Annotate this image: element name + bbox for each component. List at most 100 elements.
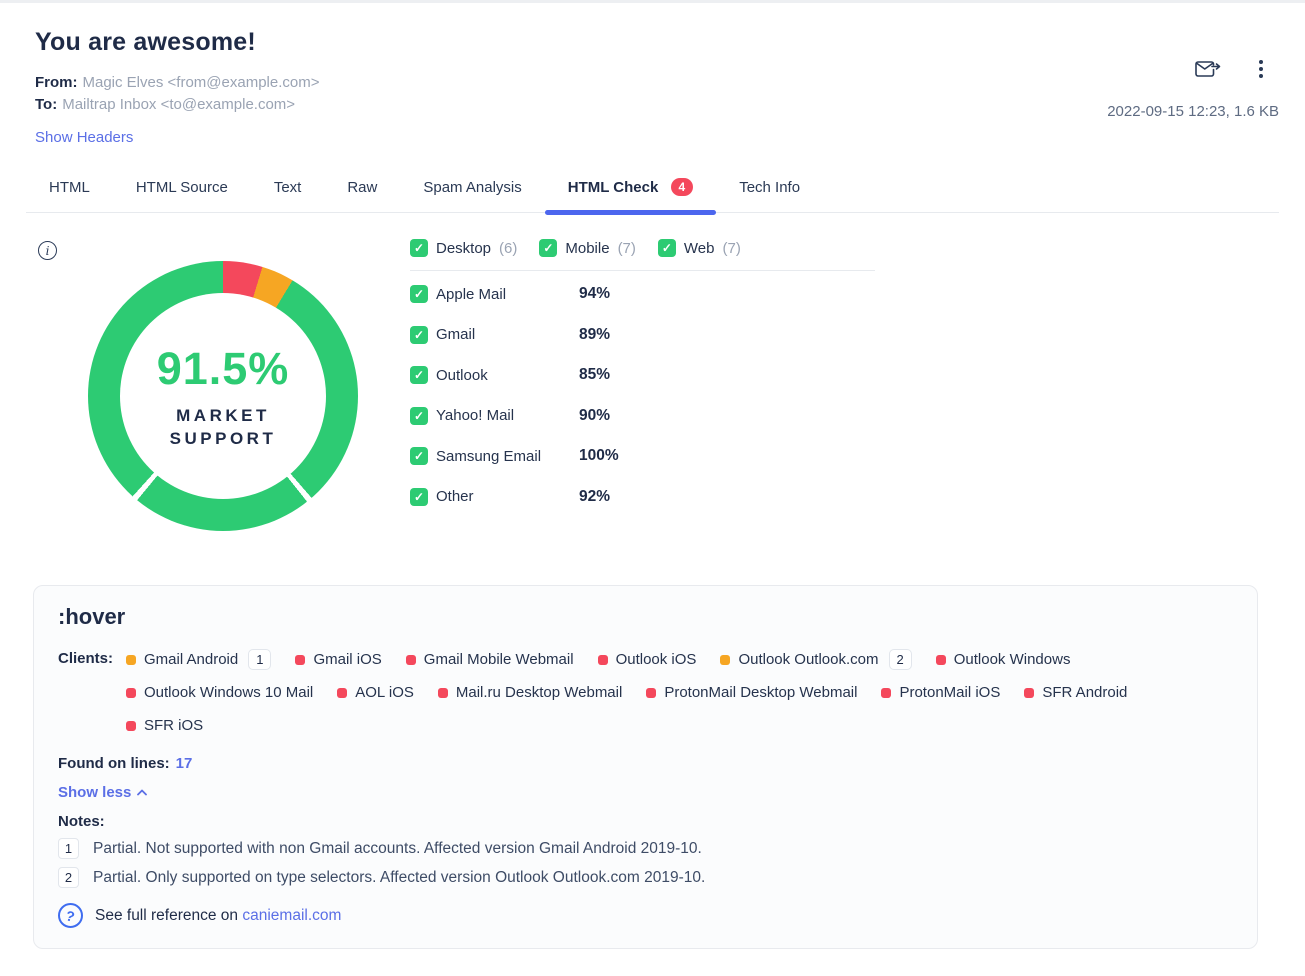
from-value: Magic Elves <from@example.com> bbox=[83, 74, 320, 91]
client-badge-label: Outlook Outlook.com bbox=[738, 651, 878, 668]
partial-dot-icon bbox=[720, 655, 730, 665]
found-on-lines: Found on lines:17 bbox=[58, 755, 1233, 772]
caniemail-link[interactable]: caniemail.com bbox=[242, 907, 341, 924]
client-name: Yahoo! Mail bbox=[436, 407, 579, 424]
client-row-yahoo-mail: Yahoo! Mail 90% bbox=[410, 396, 875, 437]
market-support-percent: 91.5% bbox=[157, 343, 290, 395]
caniemail-logo-icon bbox=[58, 903, 83, 928]
platform-filters: Desktop (6) Mobile (7) Web (7) bbox=[410, 239, 875, 271]
unsupported-dot-icon bbox=[1024, 688, 1034, 698]
unsupported-dot-icon bbox=[438, 688, 448, 698]
tab-spam-analysis[interactable]: Spam Analysis bbox=[400, 169, 544, 212]
client-percent: 100% bbox=[579, 447, 619, 465]
unsupported-dot-icon bbox=[295, 655, 305, 665]
client-badge-label: SFR iOS bbox=[144, 717, 203, 734]
tab-html-source[interactable]: HTML Source bbox=[113, 169, 251, 212]
market-support-column: 91.5% MARKET SUPPORT bbox=[26, 213, 410, 531]
checkbox-checked-icon[interactable] bbox=[410, 407, 428, 425]
checkbox-checked-icon[interactable] bbox=[410, 366, 428, 384]
client-badge-rows: Gmail Android 1 Gmail iOS Gmail Mobile W… bbox=[126, 643, 1233, 742]
unsupported-dot-icon bbox=[646, 688, 656, 698]
market-support-donut: 91.5% MARKET SUPPORT bbox=[88, 261, 358, 531]
show-less-link[interactable]: Show less bbox=[58, 784, 147, 801]
email-meta: 2022-09-15 12:23, 1.6 KB bbox=[1107, 103, 1279, 120]
note-number-badge: 2 bbox=[58, 867, 79, 888]
tab-text[interactable]: Text bbox=[251, 169, 325, 212]
note-ref-badge: 2 bbox=[889, 649, 912, 670]
client-percent: 85% bbox=[579, 366, 610, 384]
tab-raw[interactable]: Raw bbox=[324, 169, 400, 212]
client-percent: 89% bbox=[579, 326, 610, 344]
tab-html[interactable]: HTML bbox=[26, 169, 113, 212]
client-name: Gmail bbox=[436, 326, 579, 343]
client-percent: 90% bbox=[579, 407, 610, 425]
client-badge-outlook-outlook-com: Outlook Outlook.com 2 bbox=[720, 649, 911, 670]
client-badge-protonmail-desktop-webmail: ProtonMail Desktop Webmail bbox=[646, 684, 857, 701]
tab-html-check-label: HTML Check bbox=[568, 179, 659, 196]
info-icon[interactable] bbox=[38, 241, 57, 260]
platform-filter-mobile[interactable]: Mobile (7) bbox=[539, 239, 636, 257]
note-number-badge: 1 bbox=[58, 838, 79, 859]
client-badge-row: Gmail Android 1 Gmail iOS Gmail Mobile W… bbox=[126, 643, 1233, 676]
client-badge-label: ProtonMail iOS bbox=[899, 684, 1000, 701]
client-support-list: Apple Mail 94% Gmail 89% Outlook 85% Yah… bbox=[410, 274, 875, 517]
tab-html-check[interactable]: HTML Check 4 bbox=[545, 169, 716, 212]
clients-label: Clients: bbox=[58, 643, 126, 742]
client-row-outlook: Outlook 85% bbox=[410, 355, 875, 396]
html-check-panel: 91.5% MARKET SUPPORT Desktop (6) Mobile … bbox=[26, 213, 1279, 531]
checkbox-checked-icon[interactable] bbox=[658, 239, 676, 257]
note-row-2: 2 Partial. Only supported on type select… bbox=[58, 867, 1233, 888]
checkbox-checked-icon[interactable] bbox=[539, 239, 557, 257]
partial-dot-icon bbox=[126, 655, 136, 665]
to-value: Mailtrap Inbox <to@example.com> bbox=[62, 96, 295, 113]
client-name: Samsung Email bbox=[436, 448, 579, 465]
header-actions bbox=[1195, 58, 1265, 80]
show-headers-link[interactable]: Show Headers bbox=[35, 129, 133, 146]
client-badge-sfr-android: SFR Android bbox=[1024, 684, 1127, 701]
client-badge-label: Gmail iOS bbox=[313, 651, 381, 668]
client-badge-row: SFR iOS bbox=[126, 709, 1233, 742]
tab-tech-info[interactable]: Tech Info bbox=[716, 169, 823, 212]
platform-count: (7) bbox=[618, 240, 636, 257]
platform-filter-desktop[interactable]: Desktop (6) bbox=[410, 239, 517, 257]
platform-label: Mobile bbox=[565, 240, 609, 257]
reference-footer: See full reference on caniemail.com bbox=[58, 903, 1233, 928]
client-name: Other bbox=[436, 488, 579, 505]
platform-filter-web[interactable]: Web (7) bbox=[658, 239, 741, 257]
to-label: To: bbox=[35, 96, 57, 113]
client-badge-label: Outlook iOS bbox=[616, 651, 697, 668]
client-name: Apple Mail bbox=[436, 286, 579, 303]
client-percent: 92% bbox=[579, 488, 610, 506]
checkbox-checked-icon[interactable] bbox=[410, 447, 428, 465]
checkbox-checked-icon[interactable] bbox=[410, 285, 428, 303]
client-badge-aol-ios: AOL iOS bbox=[337, 684, 414, 701]
unsupported-dot-icon bbox=[126, 688, 136, 698]
client-badge-row: Outlook Windows 10 Mail AOL iOS Mail.ru … bbox=[126, 676, 1233, 709]
unsupported-dot-icon bbox=[337, 688, 347, 698]
from-label: From: bbox=[35, 74, 78, 91]
checkbox-checked-icon[interactable] bbox=[410, 239, 428, 257]
checkbox-checked-icon[interactable] bbox=[410, 326, 428, 344]
note-text: Partial. Not supported with non Gmail ac… bbox=[93, 840, 702, 858]
platform-label: Web bbox=[684, 240, 715, 257]
client-support-column: Desktop (6) Mobile (7) Web (7) Apple M bbox=[410, 239, 875, 531]
issue-card-hover: :hover Clients: Gmail Android 1 Gmail iO… bbox=[33, 585, 1258, 949]
forward-email-icon[interactable] bbox=[1195, 59, 1221, 79]
more-options-icon[interactable] bbox=[1257, 58, 1265, 80]
show-less-label: Show less bbox=[58, 784, 131, 801]
donut-center: 91.5% MARKET SUPPORT bbox=[120, 293, 326, 499]
unsupported-dot-icon bbox=[881, 688, 891, 698]
client-badge-protonmail-ios: ProtonMail iOS bbox=[881, 684, 1000, 701]
notes-label: Notes: bbox=[58, 813, 1233, 830]
note-text: Partial. Only supported on type selector… bbox=[93, 869, 705, 887]
unsupported-dot-icon bbox=[598, 655, 608, 665]
reference-prefix: See full reference on bbox=[95, 907, 238, 924]
client-badge-label: AOL iOS bbox=[355, 684, 414, 701]
affected-clients: Clients: Gmail Android 1 Gmail iOS Gmail… bbox=[58, 643, 1233, 742]
email-preview-page: 2022-09-15 12:23, 1.6 KB You are awesome… bbox=[0, 28, 1305, 949]
found-on-lines-link[interactable]: 17 bbox=[176, 755, 193, 772]
issue-count-badge: 4 bbox=[671, 178, 694, 196]
client-badge-mailru-desktop-webmail: Mail.ru Desktop Webmail bbox=[438, 684, 622, 701]
unsupported-dot-icon bbox=[936, 655, 946, 665]
checkbox-checked-icon[interactable] bbox=[410, 488, 428, 506]
